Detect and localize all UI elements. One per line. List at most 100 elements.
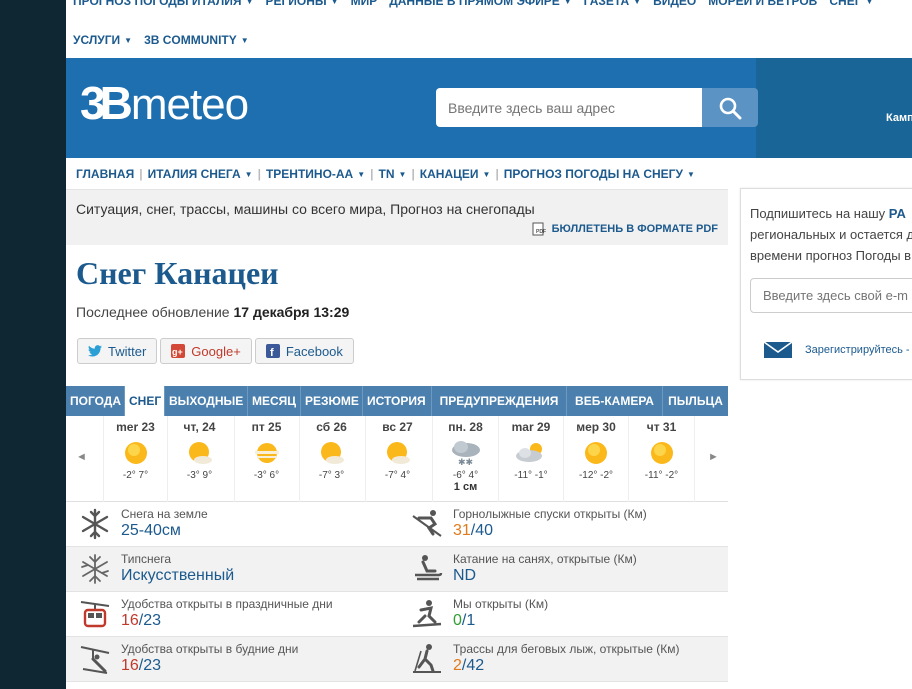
subnav-item-snow-forecast[interactable]: ПРОГНОЗ ПОГОДЫ НА СНЕГУ ▼ [504,167,695,181]
svg-text:g+: g+ [172,347,183,357]
search-input[interactable] [436,88,702,127]
tab-summary[interactable]: РЕЗЮМЕ [301,386,363,416]
forecast-day[interactable]: чт 31 -11° -2° [628,416,694,502]
nav-item-community[interactable]: 3B COMMUNITY ▼ [144,33,249,47]
newsletter-email-input[interactable] [750,278,912,313]
top-nav-row-2: УСЛУГИ ▼ 3B COMMUNITY ▼ [73,33,249,47]
stat-lifts-holiday: Удобства открыты в праздничные дни 16/23 [66,592,396,637]
tab-weather[interactable]: ПОГОДА [66,386,125,416]
stat-crosscountry: Трассы для беговых лыж, открытые (Км) 2/… [398,637,728,682]
cable-car-icon [80,601,110,628]
search-button[interactable] [702,88,758,127]
banner-campaign-text[interactable]: Камп [886,112,912,124]
tab-history[interactable]: ИСТОРИЯ [363,386,432,416]
stat-open-count: 16 [121,612,139,629]
stat-value: 2/42 [453,657,485,674]
sun-cloud-icon [320,442,344,464]
day-temperature: -3° 6° [253,470,280,481]
separator: | [139,166,143,181]
sun-cloud-icon [188,442,212,464]
google-share-button[interactable]: g+ Google+ [160,338,252,364]
skier-icon [412,510,442,537]
separator: | [257,166,261,181]
top-nav-row-1: ПРОГНОЗ ПОГОДЫ ИТАЛИЯ ▼ РЕГИОНЫ ▼ МИР ДАНН… [73,0,873,8]
share-buttons: Twitter g+ Google+ f Facebook [77,338,354,364]
nav-item-label: 3B COMMUNITY [144,33,237,47]
snowboarder-icon [412,600,442,628]
tab-snow[interactable]: СНЕГ [125,386,165,416]
stat-value: ND [453,567,477,584]
forecast-day[interactable]: mer 23 -2° 7° [103,416,167,502]
chevron-down-icon: ▼ [124,36,133,45]
nav-item-snow[interactable]: СНЕГ ▼ [829,0,873,8]
forecast-day[interactable]: чт, 24 -3° 9° [167,416,231,502]
pdf-bulletin-link[interactable]: PDF БЮЛЛЕТЕНЬ В ФОРМАТЕ PDF [532,222,718,236]
subnav-item-canazei[interactable]: КАНАЦЕИ ▼ [420,167,491,181]
day-name: мер 30 [576,420,616,434]
forecast-day[interactable]: пт 25 -3° 6° [234,416,298,502]
day-snowfall: 1 см [453,481,478,493]
day-name: чт 31 [646,420,677,434]
site-logo[interactable]: 3B meteo [80,76,249,130]
newsletter-register-link[interactable]: Зарегистрируйтесь - [763,341,910,359]
day-temperature: -7° 4° [384,470,411,481]
logo-mark: 3B [80,77,133,129]
envelope-icon [763,341,793,358]
forecast-day[interactable]: пн. 28 ✱✱ -6° 4° 1 см [432,416,498,502]
forecast-day[interactable]: сб 26 -7° 3° [299,416,363,502]
tab-weekend[interactable]: ВЫХОДНЫЕ [165,386,248,416]
separator: | [370,166,374,181]
google-plus-icon: g+ [171,344,186,358]
stat-label: Снега на земле [121,507,208,521]
separator: | [411,166,415,181]
chevron-down-icon: ▼ [633,0,642,6]
nav-item-newspaper[interactable]: ГАЗЕТА ▼ [584,0,641,8]
nav-item-services[interactable]: УСЛУГИ ▼ [73,33,132,47]
stat-label: Горнолыжные спуски открыты (Км) [453,507,647,521]
banner-fold [756,58,912,158]
tab-warnings[interactable]: ПРЕДУПРЕЖДЕНИЯ [432,386,567,416]
facebook-share-button[interactable]: f Facebook [254,338,354,364]
stat-open-count: 0 [453,612,462,629]
stat-value: 0/1 [453,612,476,629]
nav-item-live[interactable]: ДАННЫЕ В ПРЯМОМ ЭФИРЕ ▼ [389,0,571,8]
subnav-label: ПРОГНОЗ ПОГОДЫ НА СНЕГУ [503,166,683,181]
subnav-item-home[interactable]: ГЛАВНАЯ [76,167,134,181]
day-temperature: -7° 3° [318,470,345,481]
chevron-down-icon: ▼ [865,0,874,6]
nav-item-label: ДАННЫЕ В ПРЯМОМ ЭФИРЕ [389,0,560,8]
stat-we-open: Мы открыты (Км) 0/1 [398,592,728,637]
nav-item-world[interactable]: МИР [351,0,378,8]
chevron-down-icon: ▼ [357,169,366,179]
stat-label: Трассы для беговых лыж, открытые (Км) [453,642,680,656]
forecast-tabs: ПОГОДА СНЕГ ВЫХОДНЫЕ МЕСЯЦ РЕЗЮМЕ ИСТОРИ… [66,386,728,416]
svg-text:✱✱: ✱✱ [458,458,473,468]
prev-arrow-icon[interactable]: ◄ [76,451,87,463]
updated-label: Последнее обновление [76,304,230,320]
snowflake-icon [81,508,109,540]
nav-item-italy[interactable]: ПРОГНОЗ ПОГОДЫ ИТАЛИЯ ▼ [73,0,253,8]
stat-total-count: 40 [475,522,494,539]
twitter-share-button[interactable]: Twitter [77,338,158,364]
nav-item-video[interactable]: ВИДЕО [653,0,696,8]
intro-box: Ситуация, снег, трассы, машины со всего … [66,190,728,245]
forecast-day[interactable]: вс 27 -7° 4° [365,416,429,502]
stats-row: Типснега Искусственный Катание на санях,… [66,547,728,592]
subnav-item-trentino[interactable]: ТРЕНТИНО-АА ▼ [266,167,365,181]
svg-text:f: f [270,347,274,358]
tab-webcam[interactable]: ВЕБ-КАМЕРА [567,386,663,416]
newsletter-text-bold: PA [888,206,906,221]
forecast-day[interactable]: мер 30 -12° -2° [563,416,628,502]
chevron-down-icon: ▼ [245,0,254,6]
nav-item-regions[interactable]: РЕГИОНЫ ▼ [265,0,338,8]
tab-pollen[interactable]: ПЫЛЬЦА [663,386,728,416]
tab-month[interactable]: МЕСЯЦ [248,386,301,416]
nav-item-seas[interactable]: МОРЕЙ И ВЕТРОВ [708,0,817,8]
day-name: чт, 24 [183,420,216,434]
forecast-day[interactable]: mar 29 -11° -1° [498,416,563,502]
stat-open-count: 16 [121,657,139,674]
page: ПРОГНОЗ ПОГОДЫ ИТАЛИЯ ▼ РЕГИОНЫ ▼ МИР ДАНН… [66,0,912,689]
subnav-item-italy-snow[interactable]: ИТАЛИЯ СНЕГА ▼ [148,167,253,181]
subnav-item-tn[interactable]: TN ▼ [379,167,407,181]
day-temperature: -6° 4° [452,470,479,481]
